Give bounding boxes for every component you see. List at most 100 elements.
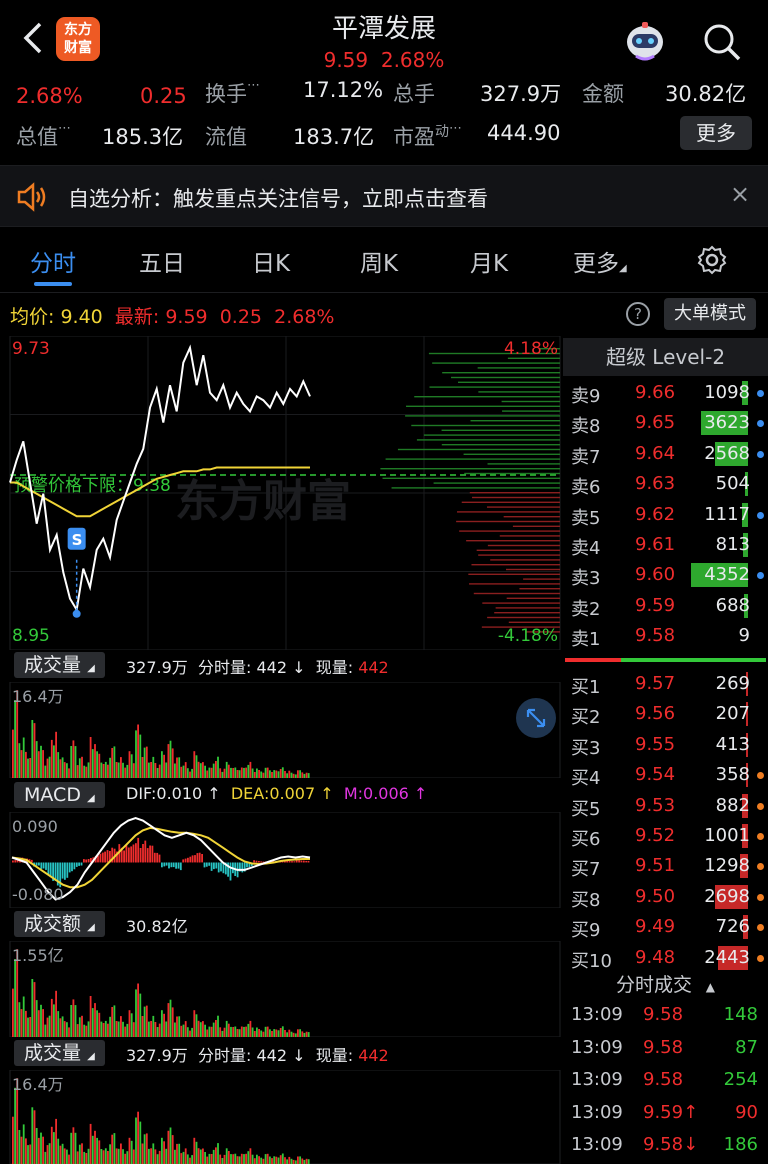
ask-row[interactable]: 卖4 9.61 813: [563, 530, 768, 560]
bar: [40, 1004, 42, 1037]
bar: [178, 1016, 181, 1037]
depth-bar: [468, 573, 560, 575]
robot-assistant-icon[interactable]: [622, 18, 668, 64]
bid-row[interactable]: 买1 9.57 269: [563, 669, 768, 699]
macd-bar: [73, 862, 76, 870]
bar: [120, 757, 122, 778]
bar: [210, 767, 213, 778]
depth-bar: [519, 588, 560, 590]
order-price: 9.50: [635, 885, 676, 907]
price-chart[interactable]: 东方财富 预警价格下限：9.38 S 9.73 8.95 4.18% -4.18…: [0, 336, 563, 650]
bar: [150, 762, 152, 778]
order-volume: 2443: [704, 946, 750, 968]
bar: [111, 1007, 114, 1037]
bar: [14, 959, 16, 1037]
volume2-indicator-bar[interactable]: 成交量 ◢ 327.9万 分时量: 442 ↓ 现量: 442: [10, 1038, 560, 1068]
bid-row[interactable]: 买3 9.55 413: [563, 730, 768, 760]
order-level-label: 买3: [571, 737, 601, 759]
more-stats-button[interactable]: 更多: [680, 116, 752, 150]
bar: [25, 1010, 27, 1037]
tab-daily-k[interactable]: 日K: [252, 244, 290, 278]
bar: [189, 1157, 191, 1164]
ask-row[interactable]: 卖5 9.62 1117: [563, 500, 768, 530]
bar: [50, 739, 53, 778]
gear-icon[interactable]: [696, 244, 728, 280]
macd-bar: [64, 862, 66, 880]
order-dot-icon: [757, 833, 764, 840]
bar: [169, 740, 172, 778]
analysis-banner[interactable]: 自选分析：触发重点关注信号，立即点击查看 ×: [0, 165, 768, 227]
stat-turnover-label[interactable]: 换手⋯: [205, 78, 260, 108]
bar: [154, 1022, 157, 1037]
bar: [234, 1026, 237, 1037]
macd-bar: [142, 844, 144, 863]
bar: [68, 768, 70, 778]
bid-row[interactable]: 买8 9.50 2698: [563, 882, 768, 912]
ask-row[interactable]: 卖7 9.64 2568: [563, 439, 768, 469]
tab-more[interactable]: 更多◢: [573, 244, 627, 278]
bar: [165, 762, 168, 778]
ask-row[interactable]: 卖6 9.63 504: [563, 469, 768, 499]
bar: [204, 1024, 206, 1037]
bar: [117, 762, 120, 778]
bar: [91, 1135, 94, 1164]
tab-monthly-k[interactable]: 月K: [470, 244, 508, 278]
ask-row[interactable]: 卖8 9.65 3623: [563, 408, 768, 438]
search-icon[interactable]: [702, 22, 742, 62]
ask-row[interactable]: 卖1 9.58 9: [563, 621, 768, 651]
amount-indicator-button[interactable]: 成交额 ◢: [14, 911, 105, 937]
vol2-now-label: 现量:: [315, 1046, 354, 1065]
depth-bars: [380, 348, 560, 633]
help-icon[interactable]: ?: [626, 302, 650, 326]
amount-indicator-bar[interactable]: 成交额 ◢ 30.82亿: [10, 909, 560, 939]
bar: [124, 1153, 127, 1164]
bar: [59, 1145, 62, 1164]
ask-row[interactable]: 卖9 9.66 1098: [563, 378, 768, 408]
order-level-label: 买5: [571, 798, 601, 820]
depth-bar: [461, 501, 560, 503]
depth-bar: [495, 607, 560, 609]
bid-row[interactable]: 买10 9.48 2443: [563, 943, 768, 973]
tab-intraday[interactable]: 分时: [30, 244, 76, 278]
timesales-title[interactable]: 分时成交 ▲: [563, 970, 768, 997]
bar: [158, 1150, 161, 1164]
depth-bar: [486, 506, 560, 508]
tab-weekly-k[interactable]: 周K: [360, 244, 398, 278]
bid-row[interactable]: 买5 9.53 882: [563, 791, 768, 821]
y-low-label: 8.95: [12, 626, 50, 646]
tab-five-day[interactable]: 五日: [139, 244, 185, 278]
macd-indicator-bar[interactable]: MACD ◢ DIF:0.010 ↑ DEA:0.007 ↑ M:0.006 ↑: [10, 780, 560, 810]
bar: [217, 1143, 219, 1164]
bar: [20, 1009, 23, 1037]
ask-row[interactable]: 卖3 9.60 4352: [563, 560, 768, 590]
bar: [61, 1016, 64, 1037]
header-price-value: 9.59: [323, 48, 369, 72]
macd-indicator-button[interactable]: MACD ◢: [14, 782, 105, 808]
bid-row[interactable]: 买6 9.52 1001: [563, 821, 768, 851]
bar: [29, 1017, 32, 1037]
bid-row[interactable]: 买4 9.54 358: [563, 760, 768, 790]
macd-bar: [201, 854, 203, 863]
volume-indicator-bar[interactable]: 成交量 ◢ 327.9万 分时量: 442 ↓ 现量: 442: [10, 650, 560, 680]
bid-row[interactable]: 买2 9.56 207: [563, 699, 768, 729]
level2-title[interactable]: 超级 Level-2: [563, 338, 768, 376]
bar: [256, 1154, 258, 1164]
stat-mcap-label[interactable]: 总值⋯: [16, 121, 71, 151]
volume2-indicator-button[interactable]: 成交量 ◢: [14, 1040, 105, 1066]
stat-amount-label: 金额: [582, 82, 624, 106]
bar: [12, 729, 14, 778]
bar: [169, 999, 172, 1037]
bar: [249, 1020, 252, 1037]
bid-row[interactable]: 买9 9.49 726: [563, 912, 768, 942]
bar: [301, 1158, 304, 1164]
expand-icon[interactable]: [516, 698, 556, 738]
ask-row[interactable]: 卖2 9.59 688: [563, 591, 768, 621]
close-icon[interactable]: ×: [730, 180, 750, 208]
order-dot-icon: [757, 863, 764, 871]
depth-bar: [441, 444, 560, 446]
bid-row[interactable]: 买7 9.51 1298: [563, 851, 768, 881]
volume-indicator-button[interactable]: 成交量 ◢: [14, 652, 105, 678]
big-order-mode-button[interactable]: 大单模式: [664, 298, 756, 330]
bar: [189, 771, 191, 778]
trade-price: 9.58: [643, 1004, 684, 1025]
